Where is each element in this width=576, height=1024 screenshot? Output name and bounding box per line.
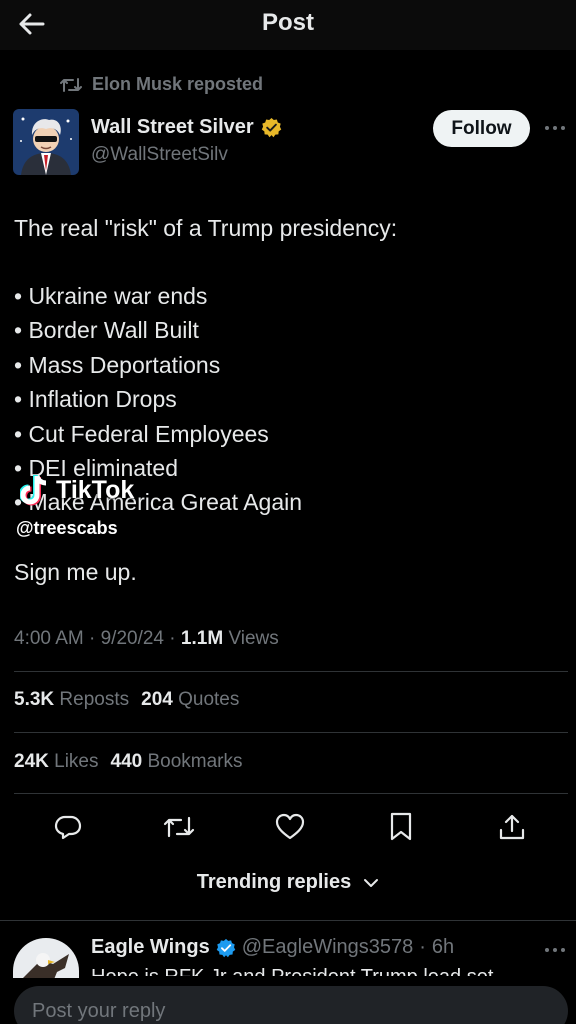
like-button[interactable]: [272, 809, 308, 845]
quotes-label: Quotes: [178, 689, 240, 710]
like-icon: [275, 813, 305, 840]
stats-row-likes: 24K Likes 440 Bookmarks: [14, 751, 243, 773]
divider: [14, 732, 568, 733]
tweet-intro: The real "risk" of a Trump presidency:: [14, 215, 398, 241]
tweet-outro: Sign me up.: [14, 559, 137, 585]
more-icon: [545, 948, 565, 952]
author-name-text: Wall Street Silver: [91, 116, 254, 138]
tweet-list-item: • Cut Federal Employees: [14, 420, 269, 447]
tweet-list-item: • DEI eliminated: [14, 454, 179, 481]
reply-input[interactable]: [32, 994, 532, 1024]
views-count: 1.1M: [180, 628, 224, 649]
follow-button[interactable]: Follow: [433, 110, 530, 147]
reply-button[interactable]: [50, 809, 86, 845]
tweet-list-item: • Make America Great Again: [14, 489, 303, 516]
tweet-list-item: • Mass Deportations: [14, 351, 221, 378]
page-title: Post: [261, 9, 314, 36]
tweet-list-item: • Ukraine war ends: [14, 283, 208, 309]
repost-indicator[interactable]: Elon Musk reposted: [60, 74, 263, 95]
tiktok-username: @treescabs: [16, 518, 118, 538]
reposts-label: Reposts: [59, 689, 130, 710]
repost-button[interactable]: [161, 809, 197, 845]
share-button[interactable]: [494, 809, 530, 845]
reply-time: 6h: [431, 936, 455, 958]
verified-gold-icon: [261, 117, 281, 138]
tweet-list-item: • Inflation Drops: [14, 386, 177, 413]
quotes-count: 204: [141, 689, 173, 710]
likes-stat[interactable]: 24K Likes: [14, 751, 99, 773]
tweet-list: • Ukraine war ends • Border Wall Built •…: [14, 279, 554, 520]
meta-separator: ·: [89, 628, 101, 649]
author-handle[interactable]: @WallStreetSilv: [91, 144, 228, 166]
bookmarks-count: 440: [110, 751, 143, 772]
reply-separator: ·: [419, 936, 426, 958]
more-icon: [545, 126, 565, 130]
tweet-list-item: • Border Wall Built: [14, 317, 199, 344]
views-label: Views: [228, 628, 279, 649]
verified-blue-icon: [216, 938, 236, 957]
reply-author-name[interactable]: Eagle Wings: [91, 936, 210, 959]
likes-count: 24K: [14, 751, 49, 772]
likes-label: Likes: [54, 751, 99, 772]
divider: [14, 793, 568, 794]
divider: [0, 920, 576, 921]
top-bar: Post: [0, 0, 576, 50]
reply-more-button[interactable]: [540, 938, 570, 962]
reply-icon: [54, 815, 82, 840]
reply-avatar[interactable]: [13, 938, 79, 978]
tweet-meta: 4:00 AM · 9/20/24 · 1.1M Views: [14, 628, 279, 650]
share-icon: [499, 814, 525, 840]
author-name[interactable]: Wall Street Silver: [91, 116, 282, 139]
quotes-stat[interactable]: 204 Quotes: [141, 689, 239, 711]
stats-row-reposts: 5.3K Reposts 204 Quotes: [14, 689, 239, 711]
reply-preview-text: Hope is RFK Jr and President Trump lead …: [91, 962, 551, 976]
tweet-time[interactable]: 4:00 AM: [14, 628, 84, 649]
bookmarks-stat[interactable]: 440 Bookmarks: [111, 751, 243, 773]
meta-separator: ·: [169, 628, 181, 649]
reply-header: Eagle Wings @EagleWings3578 · 6h: [91, 936, 454, 959]
trending-replies-toggle[interactable]: Trending replies: [0, 871, 576, 894]
divider: [14, 671, 568, 672]
bookmark-button[interactable]: [383, 809, 419, 845]
avatar-image: [13, 109, 79, 175]
repost-icon: [60, 77, 82, 92]
reply-avatar-image: [13, 938, 79, 978]
reposts-count: 5.3K: [14, 689, 55, 710]
tweet-date[interactable]: 9/20/24: [101, 628, 164, 649]
bookmarks-label: Bookmarks: [147, 751, 243, 772]
reply-compose-bar: [14, 986, 568, 1024]
more-options-button[interactable]: [540, 116, 570, 140]
repost-icon: [163, 816, 195, 838]
repost-text: Elon Musk reposted: [92, 74, 264, 94]
action-bar: [0, 805, 576, 849]
reposts-stat[interactable]: 5.3K Reposts: [14, 689, 129, 711]
chevron-down-icon: [364, 878, 379, 887]
bookmark-icon: [390, 812, 412, 841]
reply-author-handle[interactable]: @EagleWings3578: [242, 936, 414, 959]
author-avatar[interactable]: [13, 109, 79, 175]
trending-replies-label: Trending replies: [196, 871, 352, 893]
